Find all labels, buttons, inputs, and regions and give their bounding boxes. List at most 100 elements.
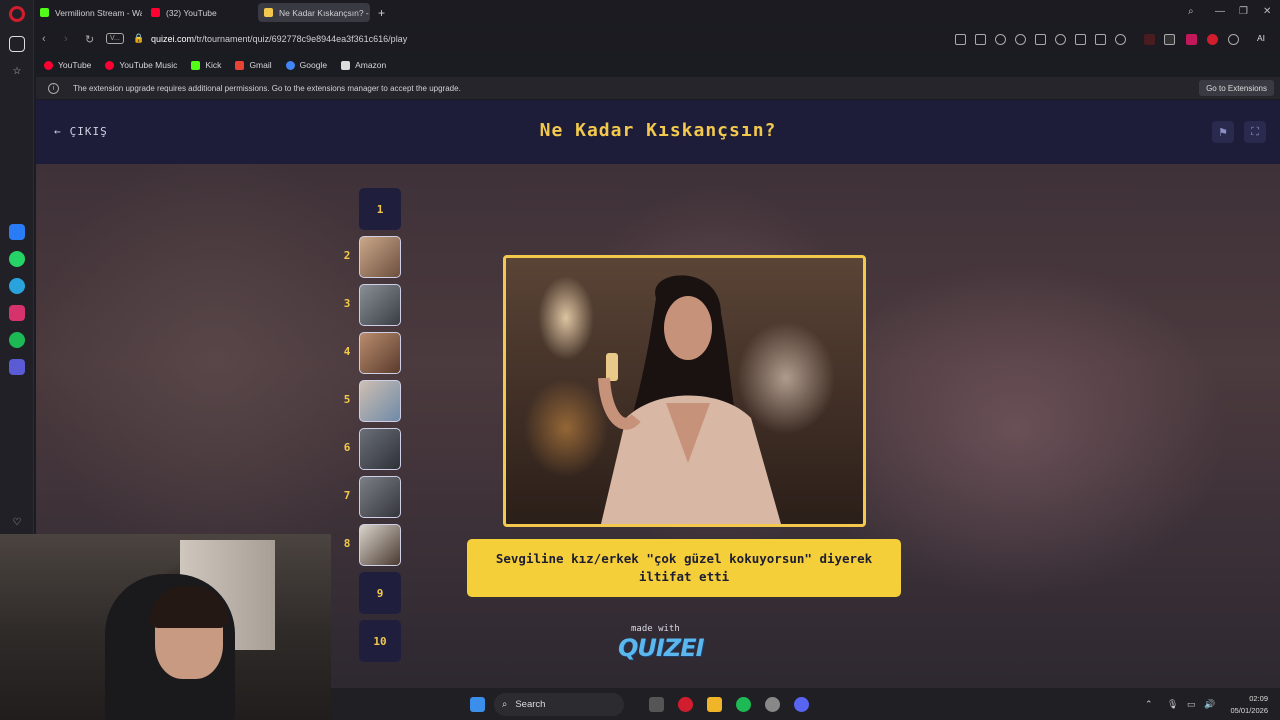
spotify-icon[interactable] — [736, 697, 751, 712]
bookmark-gmail[interactable]: Gmail — [235, 60, 272, 70]
round-item[interactable]: 5 — [336, 380, 406, 422]
page-title: Ne Kadar Kıskançsın? — [539, 120, 777, 141]
go-to-extensions-button[interactable]: Go to Extensions — [1199, 80, 1274, 96]
minimize-icon[interactable]: — — [1215, 6, 1225, 17]
star-icon[interactable]: ☆ — [9, 63, 25, 79]
round-number: 2 — [343, 249, 351, 262]
round-thumbnail — [359, 284, 401, 326]
fullscreen-icon[interactable]: ⛶ — [1244, 121, 1266, 143]
round-thumbnail — [359, 380, 401, 422]
round-number: 7 — [343, 489, 351, 502]
edit-icon[interactable] — [955, 34, 966, 45]
round-number-box: 10 — [359, 620, 401, 662]
round-item[interactable]: 3 — [336, 284, 406, 326]
heart-outline-icon[interactable] — [1055, 34, 1066, 45]
chevron-up-icon[interactable]: ⌃ — [1145, 699, 1153, 710]
gmail-icon — [235, 60, 245, 70]
round-item[interactable]: 9 — [336, 572, 406, 614]
flag-icon[interactable]: ⚑ — [1212, 121, 1234, 143]
windows-taskbar: ⌕ Search ⌃ 🎙 ▭ 🔊 02:09 05/01/2026 — [331, 687, 1280, 720]
round-item[interactable]: 4 — [336, 332, 406, 374]
camera-icon[interactable] — [975, 34, 986, 45]
reload-icon[interactable]: ↻ — [85, 33, 94, 46]
settings-icon[interactable] — [1228, 34, 1239, 45]
tab-label: (32) YouTube — [166, 7, 217, 18]
info-message: The extension upgrade requires additiona… — [73, 83, 461, 93]
player-icon[interactable] — [9, 359, 25, 375]
taskbar-clock[interactable]: 02:09 05/01/2026 — [1230, 693, 1268, 717]
address-bar: ‹ › ↻ V... 🔒 quizei.com/tr/tournament/qu… — [34, 28, 1280, 52]
ublock-icon[interactable] — [1207, 34, 1218, 45]
play-icon[interactable] — [1035, 34, 1046, 45]
bookmark-label: YouTube Music — [119, 60, 178, 70]
ai-button[interactable]: AI — [1257, 33, 1265, 43]
telegram-icon[interactable] — [9, 278, 25, 294]
tab-search-icon[interactable]: ⌕ — [1188, 6, 1194, 17]
round-item[interactable]: 8 — [336, 524, 406, 566]
shield-icon[interactable] — [995, 34, 1006, 45]
opera-icon[interactable] — [678, 697, 693, 712]
info-icon: i — [48, 82, 59, 94]
messenger-icon[interactable] — [9, 224, 25, 240]
app-icon[interactable] — [765, 697, 780, 712]
extension-icon[interactable] — [1164, 34, 1175, 45]
round-item[interactable]: 10 — [336, 620, 406, 662]
lock-icon: 🔒 — [133, 33, 145, 43]
youtube-icon — [44, 60, 53, 70]
bookmark-youtube[interactable]: YouTube — [44, 60, 91, 70]
windows-start-icon[interactable] — [470, 697, 485, 712]
url-field[interactable]: quizei.com/tr/tournament/quiz/692778c9e8… — [151, 34, 407, 44]
display-icon[interactable]: ▭ — [1187, 699, 1196, 710]
taskbar-search[interactable]: ⌕ Search — [494, 693, 624, 716]
microphone-icon[interactable]: 🎙 — [1167, 699, 1178, 710]
extension-icon[interactable] — [1144, 34, 1155, 45]
bookmarks-bar: YouTube YouTube Music Kick Gmail Google … — [34, 56, 1280, 74]
tab-label: Vermilionn Stream - Watc — [55, 7, 142, 18]
volume-icon[interactable]: 🔊 — [1204, 699, 1215, 710]
tab-youtube[interactable]: (32) YouTube — [145, 3, 255, 22]
vpn-badge[interactable]: V... — [106, 33, 124, 44]
url-path: /tr/tournament/quiz/692778c9e8944ea3f361… — [194, 34, 408, 44]
menu-icon[interactable] — [1095, 34, 1106, 45]
back-icon[interactable]: ‹ — [42, 33, 46, 45]
clock-date: 05/01/2026 — [1230, 706, 1268, 715]
bookmark-amazon[interactable]: Amazon — [341, 60, 386, 70]
round-item[interactable]: 7 — [336, 476, 406, 518]
tab-quiz[interactable]: Ne Kadar Kıskançsın? - Tir — [258, 3, 370, 22]
bookmark-label: Kick — [205, 60, 222, 70]
round-thumbnail — [359, 236, 401, 278]
spotify-icon[interactable] — [9, 332, 25, 348]
round-thumbnail — [359, 332, 401, 374]
extension-icon[interactable] — [1186, 34, 1197, 45]
adblock-icon[interactable] — [1015, 34, 1026, 45]
download-icon[interactable] — [1075, 34, 1086, 45]
profile-icon[interactable] — [1115, 34, 1126, 45]
close-icon[interactable]: ✕ — [1263, 6, 1271, 17]
tab-bar: Vermilionn Stream - Watc (32) YouTube Ne… — [34, 0, 1280, 25]
heart-icon[interactable]: ♡ — [9, 514, 25, 530]
home-icon[interactable] — [9, 36, 25, 52]
file-explorer-icon[interactable] — [707, 697, 722, 712]
whatsapp-icon[interactable] — [9, 251, 25, 267]
question-card[interactable]: Sevgiline kız/erkek "çok güzel kokuyorsu… — [467, 539, 901, 597]
round-item[interactable]: 6 — [336, 428, 406, 470]
round-item[interactable]: 1 — [336, 188, 406, 230]
forward-icon[interactable]: › — [64, 33, 68, 45]
round-number: 3 — [343, 297, 351, 310]
round-item[interactable]: 2 — [336, 236, 406, 278]
round-thumbnail — [359, 524, 401, 566]
discord-icon[interactable] — [794, 697, 809, 712]
bookmark-kick[interactable]: Kick — [191, 60, 221, 70]
task-view-icon[interactable] — [649, 697, 664, 712]
bookmark-label: Gmail — [249, 60, 272, 70]
bookmark-google[interactable]: Google — [285, 60, 327, 70]
bookmark-youtube-music[interactable]: YouTube Music — [105, 60, 177, 70]
tab-kick-stream[interactable]: Vermilionn Stream - Watc — [34, 3, 142, 22]
round-thumbnail — [359, 428, 401, 470]
opera-logo-icon[interactable] — [9, 6, 25, 22]
instagram-icon[interactable] — [9, 305, 25, 321]
maximize-icon[interactable]: ❐ — [1239, 6, 1248, 17]
new-tab-button[interactable]: + — [374, 3, 392, 22]
made-with-label: made with — [631, 624, 680, 634]
quizei-favicon-icon — [264, 8, 273, 17]
